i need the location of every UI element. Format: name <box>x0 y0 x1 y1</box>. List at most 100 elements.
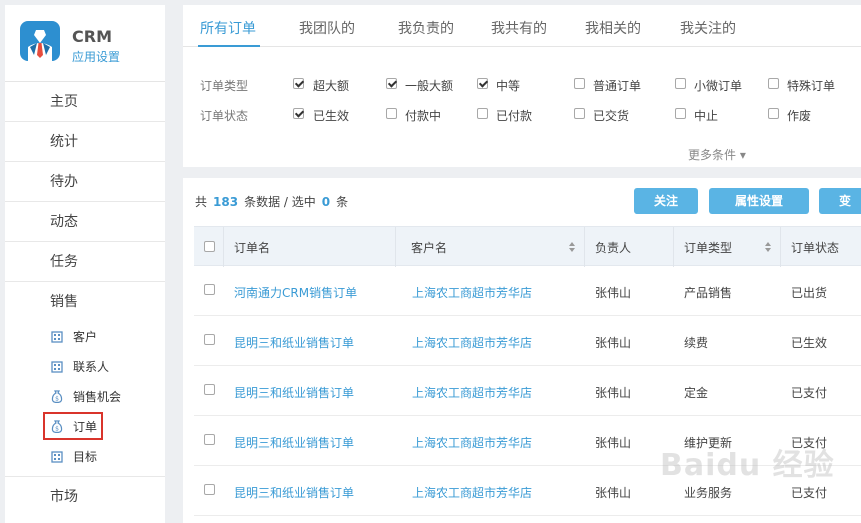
sidebar-item-contacts[interactable]: 联系人 <box>5 352 165 382</box>
checkbox-label: 特殊订单 <box>787 79 836 93</box>
column-header-owner[interactable]: 负责人 <box>595 239 631 256</box>
table-row[interactable]: 昆明三和纸业销售订单 上海农工商超市芳华店 张伟山 定金 已支付 <box>194 366 861 416</box>
customer-name-link[interactable]: 上海农工商超市芳华店 <box>412 384 532 401</box>
customer-name-link[interactable]: 上海农工商超市芳华店 <box>412 484 532 501</box>
table-row[interactable]: 昆明三和纸业销售订单 上海农工商超市芳华店 张伟山 业务服务 已支付 <box>194 466 861 516</box>
more-conditions-toggle[interactable]: 更多条件 ▾ <box>688 146 746 163</box>
owner-cell: 张伟山 <box>595 486 632 500</box>
order-status-cell: 已出货 <box>791 286 828 300</box>
sidebar-item-label: 销售机会 <box>73 390 122 404</box>
order-name-link[interactable]: 河南通力CRM销售订单 <box>234 284 357 301</box>
column-header-order-type[interactable]: 订单类型 <box>684 239 732 256</box>
record-summary: 共 183 条数据 / 选中 0 条 <box>195 193 348 210</box>
sidebar-item-opportunities[interactable]: $ 销售机会 <box>5 382 165 412</box>
owner-cell: 张伟山 <box>595 336 632 350</box>
order-status-cell: 已支付 <box>791 386 828 400</box>
column-divider <box>780 227 781 267</box>
tab-all-orders[interactable]: 所有订单 <box>200 18 256 38</box>
sidebar-item-todo[interactable]: 待办 <box>5 162 165 202</box>
type-checkbox-large[interactable] <box>386 78 397 89</box>
row-checkbox[interactable] <box>204 284 215 295</box>
owner-cell: 张伟山 <box>595 286 632 300</box>
building-icon <box>51 331 63 343</box>
column-header-order-name[interactable]: 订单名 <box>234 239 270 256</box>
order-type-cell: 续费 <box>684 336 709 350</box>
checkbox-label: 中止 <box>694 109 719 123</box>
type-checkbox-super-large[interactable] <box>293 78 304 89</box>
table-row[interactable]: 昆明三和纸业销售订单 上海农工商超市芳华店 张伟山 续费 已生效 <box>194 316 861 366</box>
select-all-checkbox[interactable] <box>204 241 215 252</box>
building-icon <box>51 361 63 373</box>
type-checkbox-special[interactable] <box>768 78 779 89</box>
tab-my-shared[interactable]: 我共有的 <box>491 18 547 38</box>
customer-name-link[interactable]: 上海农工商超市芳华店 <box>412 334 532 351</box>
table-row[interactable]: 昆明三和纸业销售订单 上海农工商超市芳华店 张伟山 维护更新 已支付 <box>194 416 861 466</box>
checkbox-label: 付款中 <box>405 109 442 123</box>
row-checkbox[interactable] <box>204 484 215 495</box>
row-checkbox[interactable] <box>204 384 215 395</box>
order-status-cell: 已生效 <box>791 336 828 350</box>
follow-button[interactable]: 关注 <box>634 188 698 214</box>
change-button[interactable]: 变更 <box>819 188 861 214</box>
sidebar-item-stats[interactable]: 统计 <box>5 122 165 162</box>
order-tabs: 所有订单 我团队的 我负责的 我共有的 我相关的 我关注的 <box>183 5 861 47</box>
customer-name-link[interactable]: 上海农工商超市芳华店 <box>412 434 532 451</box>
tab-my-followed[interactable]: 我关注的 <box>680 18 736 38</box>
status-checkbox-suspended[interactable] <box>675 108 686 119</box>
owner-cell: 张伟山 <box>595 386 632 400</box>
status-checkbox-effective[interactable] <box>293 108 304 119</box>
checkbox-label: 一般大额 <box>405 79 454 93</box>
sidebar-item-home[interactable]: 主页 <box>5 82 165 122</box>
app-settings-link[interactable]: 应用设置 <box>72 48 120 65</box>
sidebar-item-tasks[interactable]: 任务 <box>5 242 165 282</box>
type-checkbox-medium[interactable] <box>477 78 488 89</box>
tab-my-related[interactable]: 我相关的 <box>585 18 641 38</box>
type-checkbox-normal[interactable] <box>574 78 585 89</box>
column-divider <box>584 227 585 267</box>
sidebar: CRM 应用设置 主页 统计 待办 动态 任务 销售 客户 联系人 $ 销售机会… <box>5 5 165 523</box>
sidebar-item-label: 联系人 <box>73 360 110 374</box>
sidebar-group-sales[interactable]: 销售 <box>5 282 165 322</box>
status-checkbox-paid[interactable] <box>477 108 488 119</box>
summary-prefix: 共 <box>195 195 208 209</box>
order-status-cell: 已支付 <box>791 436 828 450</box>
sort-icon[interactable] <box>569 242 575 252</box>
order-status-cell: 已支付 <box>791 486 828 500</box>
order-name-link[interactable]: 昆明三和纸业销售订单 <box>234 434 354 451</box>
summary-suffix: 条 <box>336 195 349 209</box>
tab-my-responsible[interactable]: 我负责的 <box>398 18 454 38</box>
column-header-customer-name[interactable]: 客户名 <box>411 239 447 256</box>
sidebar-item-market[interactable]: 市场 <box>5 476 165 516</box>
selected-count: 0 <box>321 195 331 209</box>
order-name-link[interactable]: 昆明三和纸业销售订单 <box>234 484 354 501</box>
order-name-link[interactable]: 昆明三和纸业销售订单 <box>234 334 354 351</box>
checkbox-label: 超大额 <box>313 79 350 93</box>
sidebar-item-label: 客户 <box>73 330 98 344</box>
checkbox-label: 已生效 <box>313 109 350 123</box>
sidebar-item-label: 动态 <box>50 214 78 230</box>
table-row[interactable]: 河南通力CRM销售订单 上海农工商超市芳华店 张伟山 产品销售 已出货 <box>194 266 861 316</box>
customer-name-link[interactable]: 上海农工商超市芳华店 <box>412 284 532 301</box>
column-header-order-status[interactable]: 订单状态 <box>791 239 839 256</box>
sort-icon[interactable] <box>765 242 771 252</box>
checkbox-label: 已交货 <box>593 109 630 123</box>
table-header: 订单名 客户名 负责人 订单类型 订单状态 <box>194 226 861 267</box>
order-name-link[interactable]: 昆明三和纸业销售订单 <box>234 384 354 401</box>
attribute-settings-button[interactable]: 属性设置 <box>709 188 809 214</box>
column-divider <box>395 227 396 267</box>
money-bag-icon: $ <box>51 390 63 403</box>
row-checkbox[interactable] <box>204 434 215 445</box>
status-checkbox-void[interactable] <box>768 108 779 119</box>
row-checkbox[interactable] <box>204 334 215 345</box>
type-checkbox-micro[interactable] <box>675 78 686 89</box>
order-type-cell: 维护更新 <box>684 436 733 450</box>
sidebar-item-activity[interactable]: 动态 <box>5 202 165 242</box>
status-checkbox-delivered[interactable] <box>574 108 585 119</box>
checkbox-label: 中等 <box>496 79 521 93</box>
svg-text:$: $ <box>55 396 59 403</box>
tab-my-team[interactable]: 我团队的 <box>299 18 355 38</box>
sidebar-item-goals[interactable]: 目标 <box>5 442 165 472</box>
status-checkbox-paying[interactable] <box>386 108 397 119</box>
sidebar-item-customers[interactable]: 客户 <box>5 322 165 352</box>
checkbox-label: 作废 <box>787 109 812 123</box>
